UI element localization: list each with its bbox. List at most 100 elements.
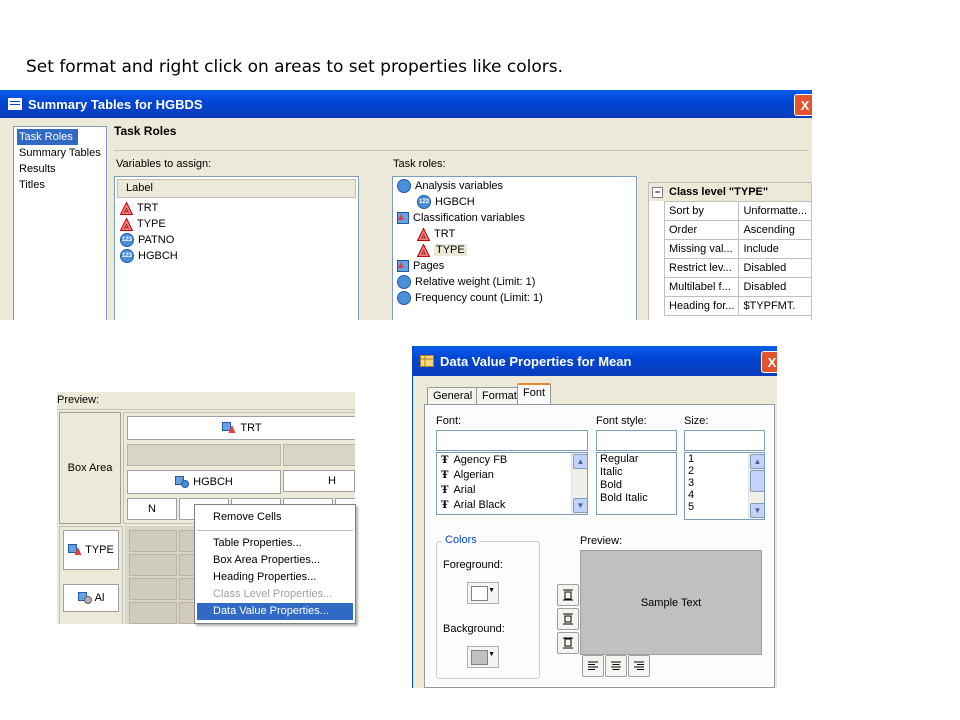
property-row[interactable]: Sort by Unformatte... — [663, 201, 812, 221]
role-variable-item[interactable]: A TRT — [393, 226, 636, 242]
variable-item[interactable]: A TYPE — [115, 216, 358, 232]
role-analysis-variables[interactable]: Analysis variables — [393, 178, 636, 194]
align-left-icon — [588, 661, 598, 670]
menu-item-remove-cells[interactable]: Remove Cells — [195, 509, 355, 526]
analysis-variable-icon — [175, 476, 190, 488]
role-variable-item-selected[interactable]: A TYPE — [393, 242, 636, 258]
menu-item-heading-properties[interactable]: Heading Properties... — [195, 569, 355, 586]
property-row[interactable]: Multilabel f... Disabled — [663, 277, 812, 297]
align-right-icon — [634, 661, 644, 670]
scroll-down-icon[interactable]: ▼ — [750, 503, 764, 518]
scroll-up-icon[interactable]: ▲ — [573, 454, 587, 469]
hgbch-heading-cell[interactable]: HGBCH — [127, 470, 281, 494]
table-icon — [420, 355, 434, 367]
font-list-item[interactable]: Ŧ Algerian — [437, 468, 587, 483]
role-icon — [397, 275, 411, 290]
summary-tables-window: Summary Tables for HGBDS X Task Roles Su… — [0, 90, 812, 320]
role-label: Relative weight (Limit: 1) — [415, 276, 536, 288]
property-name: Missing val... — [663, 239, 740, 259]
collapse-icon[interactable]: − — [652, 186, 663, 198]
property-row[interactable]: Missing val... Include — [663, 239, 812, 259]
properties-header[interactable]: − Class level "TYPE" — [649, 183, 811, 201]
nav-item-summary-tables[interactable]: Summary Tables — [14, 145, 106, 161]
empty-heading-cell — [127, 444, 281, 466]
align-center-button[interactable] — [605, 655, 627, 677]
n-statistic-cell[interactable]: N — [127, 498, 177, 520]
menu-item-table-properties[interactable]: Table Properties... — [195, 535, 355, 552]
nav-item-task-roles[interactable]: Task Roles — [17, 129, 78, 145]
trt-heading-cell[interactable]: TRT — [127, 416, 355, 440]
type-row-cell[interactable]: TYPE — [63, 530, 119, 570]
box-area-cell[interactable]: Box Area — [59, 412, 121, 524]
close-button[interactable]: X — [794, 94, 812, 116]
heading-label: HGBCH — [193, 476, 233, 488]
colors-group-label: Colors — [442, 534, 480, 546]
font-style-list[interactable]: Regular Italic Bold Bold Italic — [596, 452, 677, 515]
align-right-button[interactable] — [628, 655, 650, 677]
property-row[interactable]: Order Ascending — [663, 220, 812, 240]
property-row[interactable]: Restrict lev... Disabled — [663, 258, 812, 278]
foreground-color-button[interactable]: ▼ — [467, 582, 499, 604]
property-value[interactable]: Ascending — [738, 220, 812, 240]
properties-title: Class level "TYPE" — [669, 186, 769, 198]
partial-heading-cell[interactable]: H — [283, 470, 355, 492]
font-style-item[interactable]: Regular — [597, 453, 676, 466]
font-list-item[interactable]: Ŧ Arial Black — [437, 498, 587, 513]
size-list-scrollbar[interactable]: ▲ ▼ — [748, 453, 764, 519]
align-left-button[interactable] — [582, 655, 604, 677]
size-list[interactable]: 1 2 3 4 5 ▲ ▼ — [684, 452, 765, 520]
font-label: Font: — [436, 415, 462, 427]
scroll-down-icon[interactable]: ▼ — [573, 498, 587, 513]
property-value[interactable]: $TYPFMT. — [738, 296, 812, 316]
variable-item[interactable]: 123 PATNO — [115, 232, 358, 248]
align-top-button[interactable] — [557, 584, 579, 606]
align-center-icon — [611, 661, 621, 670]
role-variable-item[interactable]: 123 HGBCH — [393, 194, 636, 210]
menu-item-data-value-properties[interactable]: Data Value Properties... — [197, 603, 353, 620]
role-label: Classification variables — [413, 212, 525, 224]
scroll-thumb[interactable] — [750, 470, 764, 492]
property-value[interactable]: Disabled — [738, 258, 812, 278]
tab-format[interactable]: Format — [476, 387, 523, 405]
align-bottom-icon — [563, 637, 573, 649]
tab-general[interactable]: General — [427, 387, 479, 405]
truetype-icon: Ŧ — [441, 470, 449, 481]
variable-label: TYPE — [137, 218, 166, 230]
role-relative-weight[interactable]: Relative weight (Limit: 1) — [393, 274, 636, 290]
menu-item-class-level-properties[interactable]: Class Level Properties... — [195, 586, 355, 603]
role-pages[interactable]: Pages — [393, 258, 636, 274]
font-list-item[interactable]: Ŧ Agency FB — [437, 453, 587, 468]
font-style-item[interactable]: Bold — [597, 479, 676, 492]
divider — [114, 150, 809, 151]
property-value[interactable]: Include — [738, 239, 812, 259]
role-frequency-count[interactable]: Frequency count (Limit: 1) — [393, 290, 636, 306]
menu-item-box-area-properties[interactable]: Box Area Properties... — [195, 552, 355, 569]
role-classification-variables[interactable]: Classification variables — [393, 210, 636, 226]
dialog-close-button[interactable]: X — [761, 351, 777, 373]
align-middle-button[interactable] — [557, 608, 579, 630]
menu-separator — [197, 530, 353, 531]
font-list-item[interactable]: Ŧ Arial — [437, 483, 587, 498]
size-input[interactable] — [684, 430, 765, 451]
scroll-up-icon[interactable]: ▲ — [750, 454, 764, 469]
background-color-button[interactable]: ▼ — [467, 646, 499, 668]
character-variable-icon: A — [417, 227, 430, 241]
variable-item[interactable]: 123 HGBCH — [115, 248, 358, 264]
all-row-cell[interactable]: Al — [63, 584, 119, 612]
property-row[interactable]: Heading for... $TYPFMT. — [663, 296, 812, 316]
property-value[interactable]: Unformatte... — [738, 201, 812, 221]
align-bottom-button[interactable] — [557, 632, 579, 654]
property-value[interactable]: Disabled — [738, 277, 812, 297]
numeric-variable-icon: 123 — [120, 233, 134, 248]
nav-item-results[interactable]: Results — [14, 161, 106, 177]
font-style-item[interactable]: Italic — [597, 466, 676, 479]
nav-item-titles[interactable]: Titles — [14, 177, 106, 193]
label-column-header[interactable]: Label — [117, 179, 356, 198]
font-list-scrollbar[interactable]: ▲ ▼ — [571, 453, 587, 514]
font-style-input[interactable] — [596, 430, 677, 451]
font-input[interactable] — [436, 430, 588, 451]
variable-item[interactable]: A TRT — [115, 200, 358, 216]
font-list[interactable]: Ŧ Agency FB Ŧ Algerian Ŧ Arial Ŧ Arial Black… — [436, 452, 588, 515]
font-style-item[interactable]: Bold Italic — [597, 492, 676, 505]
variable-label: HGBCH — [138, 250, 178, 262]
